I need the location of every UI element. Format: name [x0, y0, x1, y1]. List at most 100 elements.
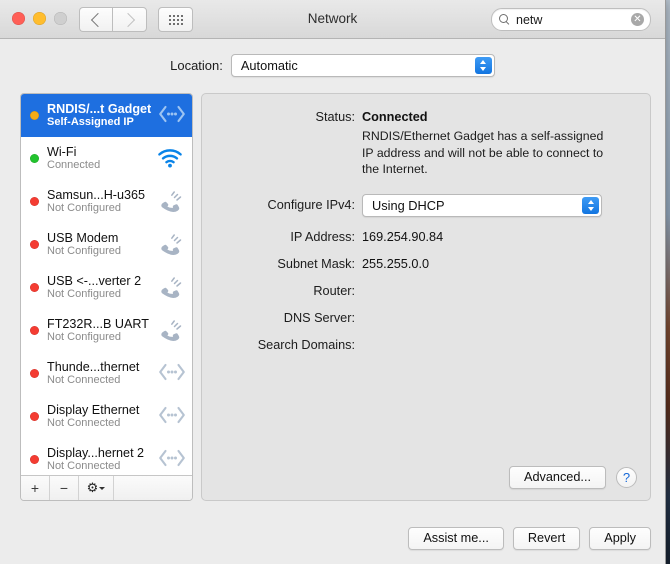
service-name: Display Ethernet: [47, 403, 140, 417]
service-sidebar: RNDIS/...t Gadget Self-Assigned IP Wi-Fi Co…: [20, 93, 193, 501]
service-status-dot: [30, 412, 39, 421]
service-text: Samsun...H-u365 Not Configured: [47, 188, 157, 215]
service-status: Not Configured: [47, 245, 121, 257]
show-all-preferences-button[interactable]: [158, 7, 193, 32]
status-label: Status:: [315, 110, 356, 124]
advanced-button[interactable]: Advanced...: [508, 466, 606, 489]
service-status-dot: [30, 240, 39, 249]
chevron-down-icon: [99, 486, 106, 490]
service-list[interactable]: RNDIS/...t Gadget Self-Assigned IP Wi-Fi Co…: [21, 94, 192, 475]
service-list-item[interactable]: Samsun...H-u365 Not Configured: [21, 180, 192, 223]
service-list-item[interactable]: Display Ethernet Not Connected: [21, 395, 192, 438]
network-info-row: DNS Server:: [202, 311, 650, 325]
network-info-value: 169.254.90.84: [362, 229, 444, 244]
service-status: Not Connected: [47, 374, 121, 386]
clear-search-icon[interactable]: ✕: [631, 13, 644, 26]
location-row: Location: Automatic: [0, 39, 665, 83]
add-service-button[interactable]: +: [21, 476, 50, 500]
wifi-icon: [157, 146, 187, 172]
service-status: Connected: [47, 159, 101, 171]
service-status: Not Configured: [47, 288, 121, 300]
configure-ipv4-stepper-icon: [582, 196, 599, 214]
service-list-item[interactable]: USB <-...verter 2 Not Configured: [21, 266, 192, 309]
status-value: Connected: [362, 110, 428, 124]
network-info-row: Router:: [202, 284, 650, 298]
forward-button: [112, 7, 147, 32]
service-status-dot: [30, 326, 39, 335]
location-value: Automatic: [240, 57, 298, 73]
service-name: Thunde...thernet: [47, 360, 140, 374]
network-info-label: DNS Server:: [283, 310, 355, 325]
modem-icon: [157, 275, 187, 301]
service-text: RNDIS/...t Gadget Self-Assigned IP: [47, 102, 157, 129]
help-button[interactable]: ?: [616, 467, 637, 488]
service-list-item[interactable]: Wi-Fi Connected: [21, 137, 192, 180]
service-status: Not Configured: [47, 331, 121, 343]
chevron-right-icon: [120, 12, 136, 27]
modem-icon: [157, 232, 187, 258]
configure-ipv4-label: Configure IPv4:: [267, 198, 355, 212]
configure-ipv4-popup-button[interactable]: Using DHCP: [362, 193, 602, 217]
remove-service-button[interactable]: −: [50, 476, 79, 500]
configure-ipv4-row: Configure IPv4: Using DHCP: [202, 193, 650, 217]
service-status-dot: [30, 369, 39, 378]
network-info-rows: IP Address: 169.254.90.84 Subnet Mask: 255.…: [202, 230, 650, 352]
chevron-left-icon: [90, 12, 106, 27]
location-popup-button[interactable]: Automatic: [230, 53, 495, 77]
service-text: Display Ethernet Not Connected: [47, 403, 157, 430]
modem-icon: [157, 189, 187, 215]
service-status: Not Configured: [47, 202, 121, 214]
search-icon: [499, 14, 510, 25]
network-preferences-window: Network ✕ Location: Automatic RNDIS/...t…: [0, 0, 666, 564]
service-list-item[interactable]: Display...hernet 2 Not Connected: [21, 438, 192, 475]
status-description: RNDIS/Ethernet Gadget has a self-assigne…: [362, 129, 604, 176]
ethernet-icon: [157, 404, 187, 430]
search-field[interactable]: ✕: [491, 8, 651, 31]
network-info-row: IP Address: 169.254.90.84: [202, 230, 650, 244]
service-status-dot: [30, 283, 39, 292]
apply-button[interactable]: Apply: [589, 527, 651, 550]
service-name: RNDIS/...t Gadget: [47, 102, 152, 116]
search-input[interactable]: [516, 12, 616, 27]
service-status: Not Connected: [47, 460, 121, 472]
assist-me-button[interactable]: Assist me...: [408, 527, 504, 550]
minimize-button[interactable]: [33, 12, 46, 25]
ethernet-icon: [157, 103, 187, 129]
service-text: Display...hernet 2 Not Connected: [47, 446, 157, 473]
service-name: Wi-Fi: [47, 145, 77, 159]
gear-icon: ⚙: [86, 480, 99, 496]
service-list-toolbar: + − ⚙: [21, 475, 192, 500]
service-list-item[interactable]: Thunde...thernet Not Connected: [21, 352, 192, 395]
close-button[interactable]: [12, 12, 25, 25]
service-list-item[interactable]: FT232R...B UART Not Configured: [21, 309, 192, 352]
location-label: Location:: [170, 57, 223, 73]
back-button[interactable]: [79, 7, 113, 32]
network-info-row: Search Domains:: [202, 338, 650, 352]
network-info-label: Subnet Mask:: [277, 256, 355, 271]
service-list-item[interactable]: RNDIS/...t Gadget Self-Assigned IP: [21, 94, 192, 137]
modem-icon: [157, 318, 187, 344]
network-info-label: Router:: [313, 283, 355, 298]
service-status-dot: [30, 154, 39, 163]
service-list-item[interactable]: USB Modem Not Configured: [21, 223, 192, 266]
service-text: FT232R...B UART Not Configured: [47, 317, 157, 344]
service-name: USB <-...verter 2: [47, 274, 142, 288]
service-text: USB <-...verter 2 Not Configured: [47, 274, 157, 301]
service-detail-panel: Status: Connected RNDIS/Ethernet Gadget …: [201, 93, 651, 501]
service-status-dot: [30, 111, 39, 120]
service-name: USB Modem: [47, 231, 119, 245]
service-name: Samsun...H-u365: [47, 188, 146, 202]
service-status: Not Connected: [47, 417, 121, 429]
revert-button[interactable]: Revert: [512, 527, 581, 550]
plus-icon: +: [30, 480, 40, 496]
preferences-body: RNDIS/...t Gadget Self-Assigned IP Wi-Fi Co…: [0, 82, 665, 564]
service-text: Wi-Fi Connected: [47, 145, 157, 172]
service-text: Thunde...thernet Not Connected: [47, 360, 157, 387]
service-text: USB Modem Not Configured: [47, 231, 157, 258]
service-actions-menu-button[interactable]: ⚙: [79, 476, 114, 500]
status-row: Status: Connected: [202, 94, 650, 124]
service-name: FT232R...B UART: [47, 317, 149, 331]
network-info-value: 255.255.0.0: [362, 256, 430, 271]
network-info-row: Subnet Mask: 255.255.0.0: [202, 257, 650, 271]
